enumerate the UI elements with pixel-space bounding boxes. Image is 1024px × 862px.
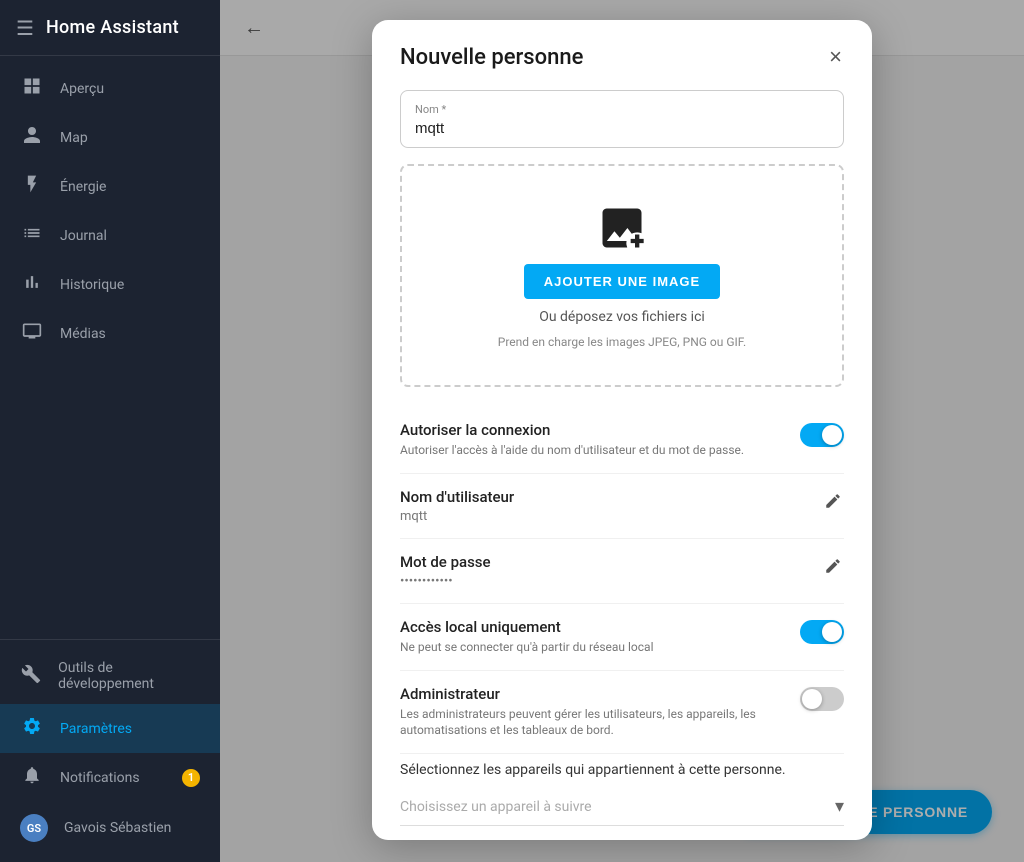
toggle-row-admin: Administrateur Les administrateurs peuve…: [400, 671, 844, 755]
sidebar-item-historique[interactable]: Historique: [0, 260, 220, 309]
device-select-row[interactable]: Choisissez un appareil à suivre ▾: [400, 788, 844, 826]
support-text: Prend en charge les images JPEG, PNG ou …: [498, 335, 746, 349]
drop-text: Ou déposez vos fichiers ici: [539, 309, 705, 325]
sidebar-item-map[interactable]: Map: [0, 113, 220, 162]
edit-username-button[interactable]: [822, 490, 844, 517]
edit-value-username: mqtt: [400, 509, 806, 524]
display-icon: [20, 321, 44, 346]
edit-row-password: Mot de passe ••••••••••••: [400, 539, 844, 604]
name-input[interactable]: [415, 120, 829, 137]
name-label: Nom *: [415, 103, 829, 116]
toggle-switch-admin[interactable]: [800, 687, 844, 711]
menu-icon[interactable]: ☰: [16, 16, 34, 40]
sidebar: ☰ Home Assistant Aperçu Map Énergie: [0, 0, 220, 862]
sidebar-label-parametres: Paramètres: [60, 721, 132, 737]
toggle-row-autoriser: Autoriser la connexion Autoriser l'accès…: [400, 407, 844, 474]
user-name: Gavois Sébastien: [64, 820, 171, 836]
device-section: Sélectionnez les appareils qui appartien…: [400, 758, 844, 826]
sidebar-bottom: Outils de développement Paramètres Notif…: [0, 639, 220, 862]
sidebar-item-apercu[interactable]: Aperçu: [0, 64, 220, 113]
toggle-row-acces-local: Accès local uniquement Ne peut se connec…: [400, 604, 844, 671]
wrench-icon: [20, 664, 42, 689]
toggle-thumb-acces-local: [822, 622, 842, 642]
sidebar-label-medias: Médias: [60, 326, 106, 342]
dialog-title: Nouvelle personne: [400, 45, 583, 70]
edit-row-username: Nom d'utilisateur mqtt: [400, 474, 844, 539]
add-image-button[interactable]: AJOUTER UNE IMAGE: [524, 264, 720, 299]
sidebar-label-journal: Journal: [60, 228, 107, 244]
sidebar-item-energie[interactable]: Énergie: [0, 162, 220, 211]
toggle-switch-acces-local[interactable]: [800, 620, 844, 644]
sidebar-label-outils: Outils de développement: [58, 660, 200, 692]
list-icon: [20, 223, 44, 248]
edit-password-button[interactable]: [822, 555, 844, 582]
sidebar-item-notifications[interactable]: Notifications 1: [0, 753, 220, 802]
grid-icon: [20, 76, 44, 101]
toggle-label-admin: Administrateur: [400, 685, 784, 703]
device-select-placeholder: Choisissez un appareil à suivre: [400, 799, 835, 815]
toggle-label-acces-local: Accès local uniquement: [400, 618, 784, 636]
sidebar-label-map: Map: [60, 130, 88, 146]
toggle-info-admin: Administrateur Les administrateurs peuve…: [400, 685, 784, 740]
edit-info-password: Mot de passe ••••••••••••: [400, 553, 806, 589]
dialog: Nouvelle personne × Nom *: [372, 20, 872, 840]
edit-info-username: Nom d'utilisateur mqtt: [400, 488, 806, 524]
toggle-info-acces-local: Accès local uniquement Ne peut se connec…: [400, 618, 784, 656]
edit-label-password: Mot de passe: [400, 553, 806, 571]
person-icon: [20, 125, 44, 150]
close-button[interactable]: ×: [827, 44, 844, 70]
toggle-desc-acces-local: Ne peut se connecter qu'à partir du rése…: [400, 639, 784, 656]
sidebar-item-parametres[interactable]: Paramètres: [0, 704, 220, 753]
chart-icon: [20, 272, 44, 297]
toggle-switch-autoriser[interactable]: [800, 423, 844, 447]
dialog-header: Nouvelle personne ×: [400, 44, 844, 70]
toggle-label-autoriser: Autoriser la connexion: [400, 421, 784, 439]
sidebar-label-apercu: Aperçu: [60, 81, 104, 97]
sidebar-item-journal[interactable]: Journal: [0, 211, 220, 260]
gear-icon: [20, 716, 44, 741]
main-content: ← Nouvelle personne × Nom *: [220, 0, 1024, 862]
dialog-footer: CRÉER: [400, 826, 844, 840]
toggle-desc-admin: Les administrateurs peuvent gérer les ut…: [400, 706, 784, 740]
toggle-desc-autoriser: Autoriser l'accès à l'aide du nom d'util…: [400, 442, 784, 459]
modal-overlay: Nouvelle personne × Nom *: [220, 0, 1024, 862]
toggle-thumb-admin: [802, 689, 822, 709]
sidebar-label-notifications: Notifications: [60, 770, 140, 786]
sidebar-item-medias[interactable]: Médias: [0, 309, 220, 358]
toggle-info-autoriser: Autoriser la connexion Autoriser l'accès…: [400, 421, 784, 459]
toggle-thumb-autoriser: [822, 425, 842, 445]
sidebar-item-user[interactable]: GS Gavois Sébastien: [0, 802, 220, 854]
sidebar-title: Home Assistant: [46, 17, 179, 38]
sidebar-header: ☰ Home Assistant: [0, 0, 220, 56]
bell-icon: [20, 765, 44, 790]
sidebar-label-energie: Énergie: [60, 179, 106, 195]
image-upload-icon: [596, 202, 648, 254]
image-upload-area: AJOUTER UNE IMAGE Ou déposez vos fichier…: [400, 164, 844, 387]
device-section-label: Sélectionnez les appareils qui appartien…: [400, 762, 844, 778]
lightning-icon: [20, 174, 44, 199]
sidebar-nav: Aperçu Map Énergie Journal Historique: [0, 56, 220, 639]
sidebar-label-historique: Historique: [60, 277, 124, 293]
sidebar-item-outils[interactable]: Outils de développement: [0, 648, 220, 704]
notification-badge: 1: [182, 769, 200, 787]
name-field: Nom *: [400, 90, 844, 148]
edit-value-password: ••••••••••••: [400, 574, 806, 589]
edit-label-username: Nom d'utilisateur: [400, 488, 806, 506]
name-field-group: Nom *: [400, 90, 844, 148]
dropdown-icon: ▾: [835, 796, 844, 817]
avatar: GS: [20, 814, 48, 842]
